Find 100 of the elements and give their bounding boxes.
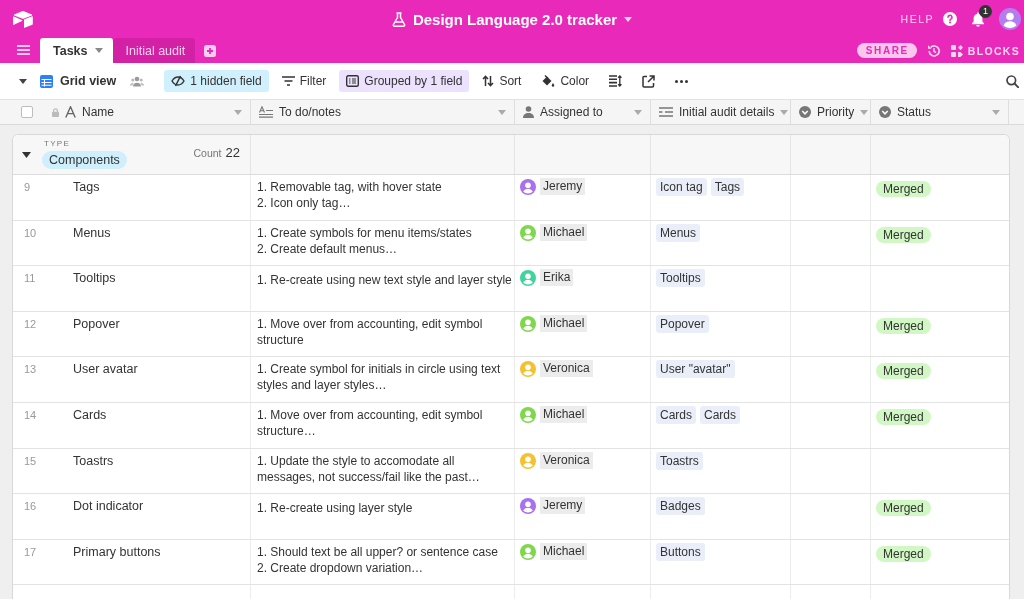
sort-button[interactable]: Sort [475, 70, 529, 92]
group-value-pill: Components [42, 151, 127, 169]
record-name: Cards [73, 406, 107, 423]
assignee-chip: Michael [540, 223, 588, 241]
count-value: 22 [225, 145, 240, 160]
status-pill: Merged [876, 317, 931, 334]
caret-icon[interactable] [19, 78, 27, 84]
status-pill: Merged [876, 226, 931, 243]
group-field-label: TYPE [44, 139, 71, 148]
assignee-chip: Jeremy [540, 497, 586, 515]
history-icon[interactable] [926, 43, 941, 58]
status-pill: Merged [876, 181, 931, 197]
linked-record-chip: Buttons [656, 542, 705, 561]
record-name: Primary buttons [73, 543, 161, 560]
record-name: Menus [73, 224, 111, 241]
add-icon[interactable] [204, 44, 217, 57]
table-tab[interactable]: Tasks [40, 38, 113, 63]
record-name: Tooltips [73, 270, 116, 287]
row-number: 9 [23, 180, 32, 195]
external-link-icon [642, 74, 656, 88]
column-header[interactable]: Status [871, 100, 1009, 124]
search-icon[interactable] [1006, 74, 1019, 88]
column-header[interactable]: Priority [791, 100, 871, 124]
paint-bucket-icon [541, 74, 556, 88]
lines-icon [659, 107, 673, 117]
row-height-icon [609, 75, 623, 87]
color-button[interactable]: Color [534, 70, 597, 92]
linked-record-chip: Cards [656, 405, 696, 424]
sort-icon [482, 75, 495, 87]
notes-text: 1. Create symbol for initials in circle using text styles and layer styles… [257, 361, 501, 394]
status-pill: Merged [876, 545, 931, 562]
linked-record-chip: Toastrs [656, 451, 703, 470]
more-icon [675, 79, 689, 83]
notes-text: 1. Re-create using new text style and layer style [257, 272, 512, 289]
row-number: 14 [23, 407, 38, 423]
row-number: 13 [23, 362, 38, 378]
blocks-icon [950, 44, 963, 57]
linked-record-chip: Popover [656, 314, 709, 333]
row-number: 12 [23, 316, 38, 332]
expand-caret-icon[interactable] [22, 151, 31, 158]
notification-badge: 1 [979, 4, 992, 18]
column-header[interactable]: Name [52, 100, 250, 124]
dropdown-circle-icon [799, 106, 811, 118]
group-icon [346, 75, 360, 87]
record-name: Toastrs [73, 452, 114, 469]
person-icon [523, 106, 534, 118]
people-icon[interactable] [130, 75, 145, 87]
notes-text: 1. Re-create using layer style [257, 500, 413, 517]
row-number: 16 [23, 499, 38, 515]
linked-record-chip: Menus [656, 223, 701, 242]
menu-icon[interactable] [17, 45, 30, 55]
status-pill: Merged [876, 408, 931, 425]
base-title-button[interactable]: Design Language 2.0 tracker [391, 10, 633, 28]
notes-text: 1. Move over from accounting, edit symbol structure [257, 315, 483, 348]
notes-text: 1. Move over from accounting, edit symbol structure… [257, 406, 483, 439]
status-pill: Merged [876, 500, 931, 517]
linked-record-chip: User "avatar" [656, 360, 735, 379]
eye-slash-icon [171, 75, 186, 87]
column-header[interactable]: To do/notes [251, 100, 515, 124]
notes-text: 1. Update the style to accomodate all messages, not success/fail like the past… [257, 452, 480, 485]
assignee-chip: Michael [540, 314, 588, 332]
linked-record-chip: Icon tag [656, 178, 707, 196]
filter-icon [281, 76, 295, 86]
linked-record-chip: Tags [710, 178, 745, 196]
row-number: 11 [23, 271, 37, 287]
long-text-icon [259, 106, 273, 118]
record-name: User avatar [73, 361, 138, 378]
status-pill: Merged [876, 363, 931, 380]
column-header[interactable]: Initial audit details [651, 100, 791, 124]
linked-record-chip: Tooltips [656, 269, 705, 288]
caret-icon [624, 16, 633, 22]
column-header[interactable]: Assigned to [515, 100, 651, 124]
text-field-icon [65, 106, 76, 118]
select-all-checkbox[interactable] [21, 106, 33, 118]
assignee-chip: Veronica [540, 360, 593, 378]
notes-text: 1. Removable tag, with hover state 2. Icon only tag… [257, 179, 442, 211]
table-tab[interactable]: Initial audit [112, 38, 196, 63]
lock-icon [52, 107, 59, 117]
linked-record-chip: Badges [656, 497, 705, 516]
count-label: Count [193, 147, 222, 159]
notes-text: 1. Create symbols for menu items/states 2. Create default menus… [257, 224, 472, 257]
record-name: Tags [73, 179, 100, 195]
app-logo-icon[interactable] [13, 10, 33, 28]
assignee-chip: Erika [540, 269, 574, 287]
row-number: 15 [23, 453, 38, 469]
flask-icon [391, 11, 406, 27]
user-avatar-icon[interactable] [999, 8, 1021, 30]
filter-button[interactable]: Filter [274, 70, 334, 92]
record-name: Popover [73, 315, 120, 332]
assignee-chip: Michael [540, 542, 588, 560]
row-number: 10 [23, 225, 38, 241]
notes-text: 1. Should text be all upper? or sentence case 2. Create dropdown variation… [257, 543, 498, 576]
view-switcher-button[interactable]: Grid view [40, 74, 117, 88]
grid-icon [40, 74, 53, 88]
hide-fields-button[interactable]: 1 hidden field [164, 70, 269, 92]
assignee-chip: Michael [540, 405, 588, 423]
row-number: 17 [23, 544, 38, 560]
help-icon [943, 12, 957, 26]
group-button[interactable]: Grouped by 1 field [339, 70, 470, 92]
record-name: Dot indicator [73, 498, 144, 515]
